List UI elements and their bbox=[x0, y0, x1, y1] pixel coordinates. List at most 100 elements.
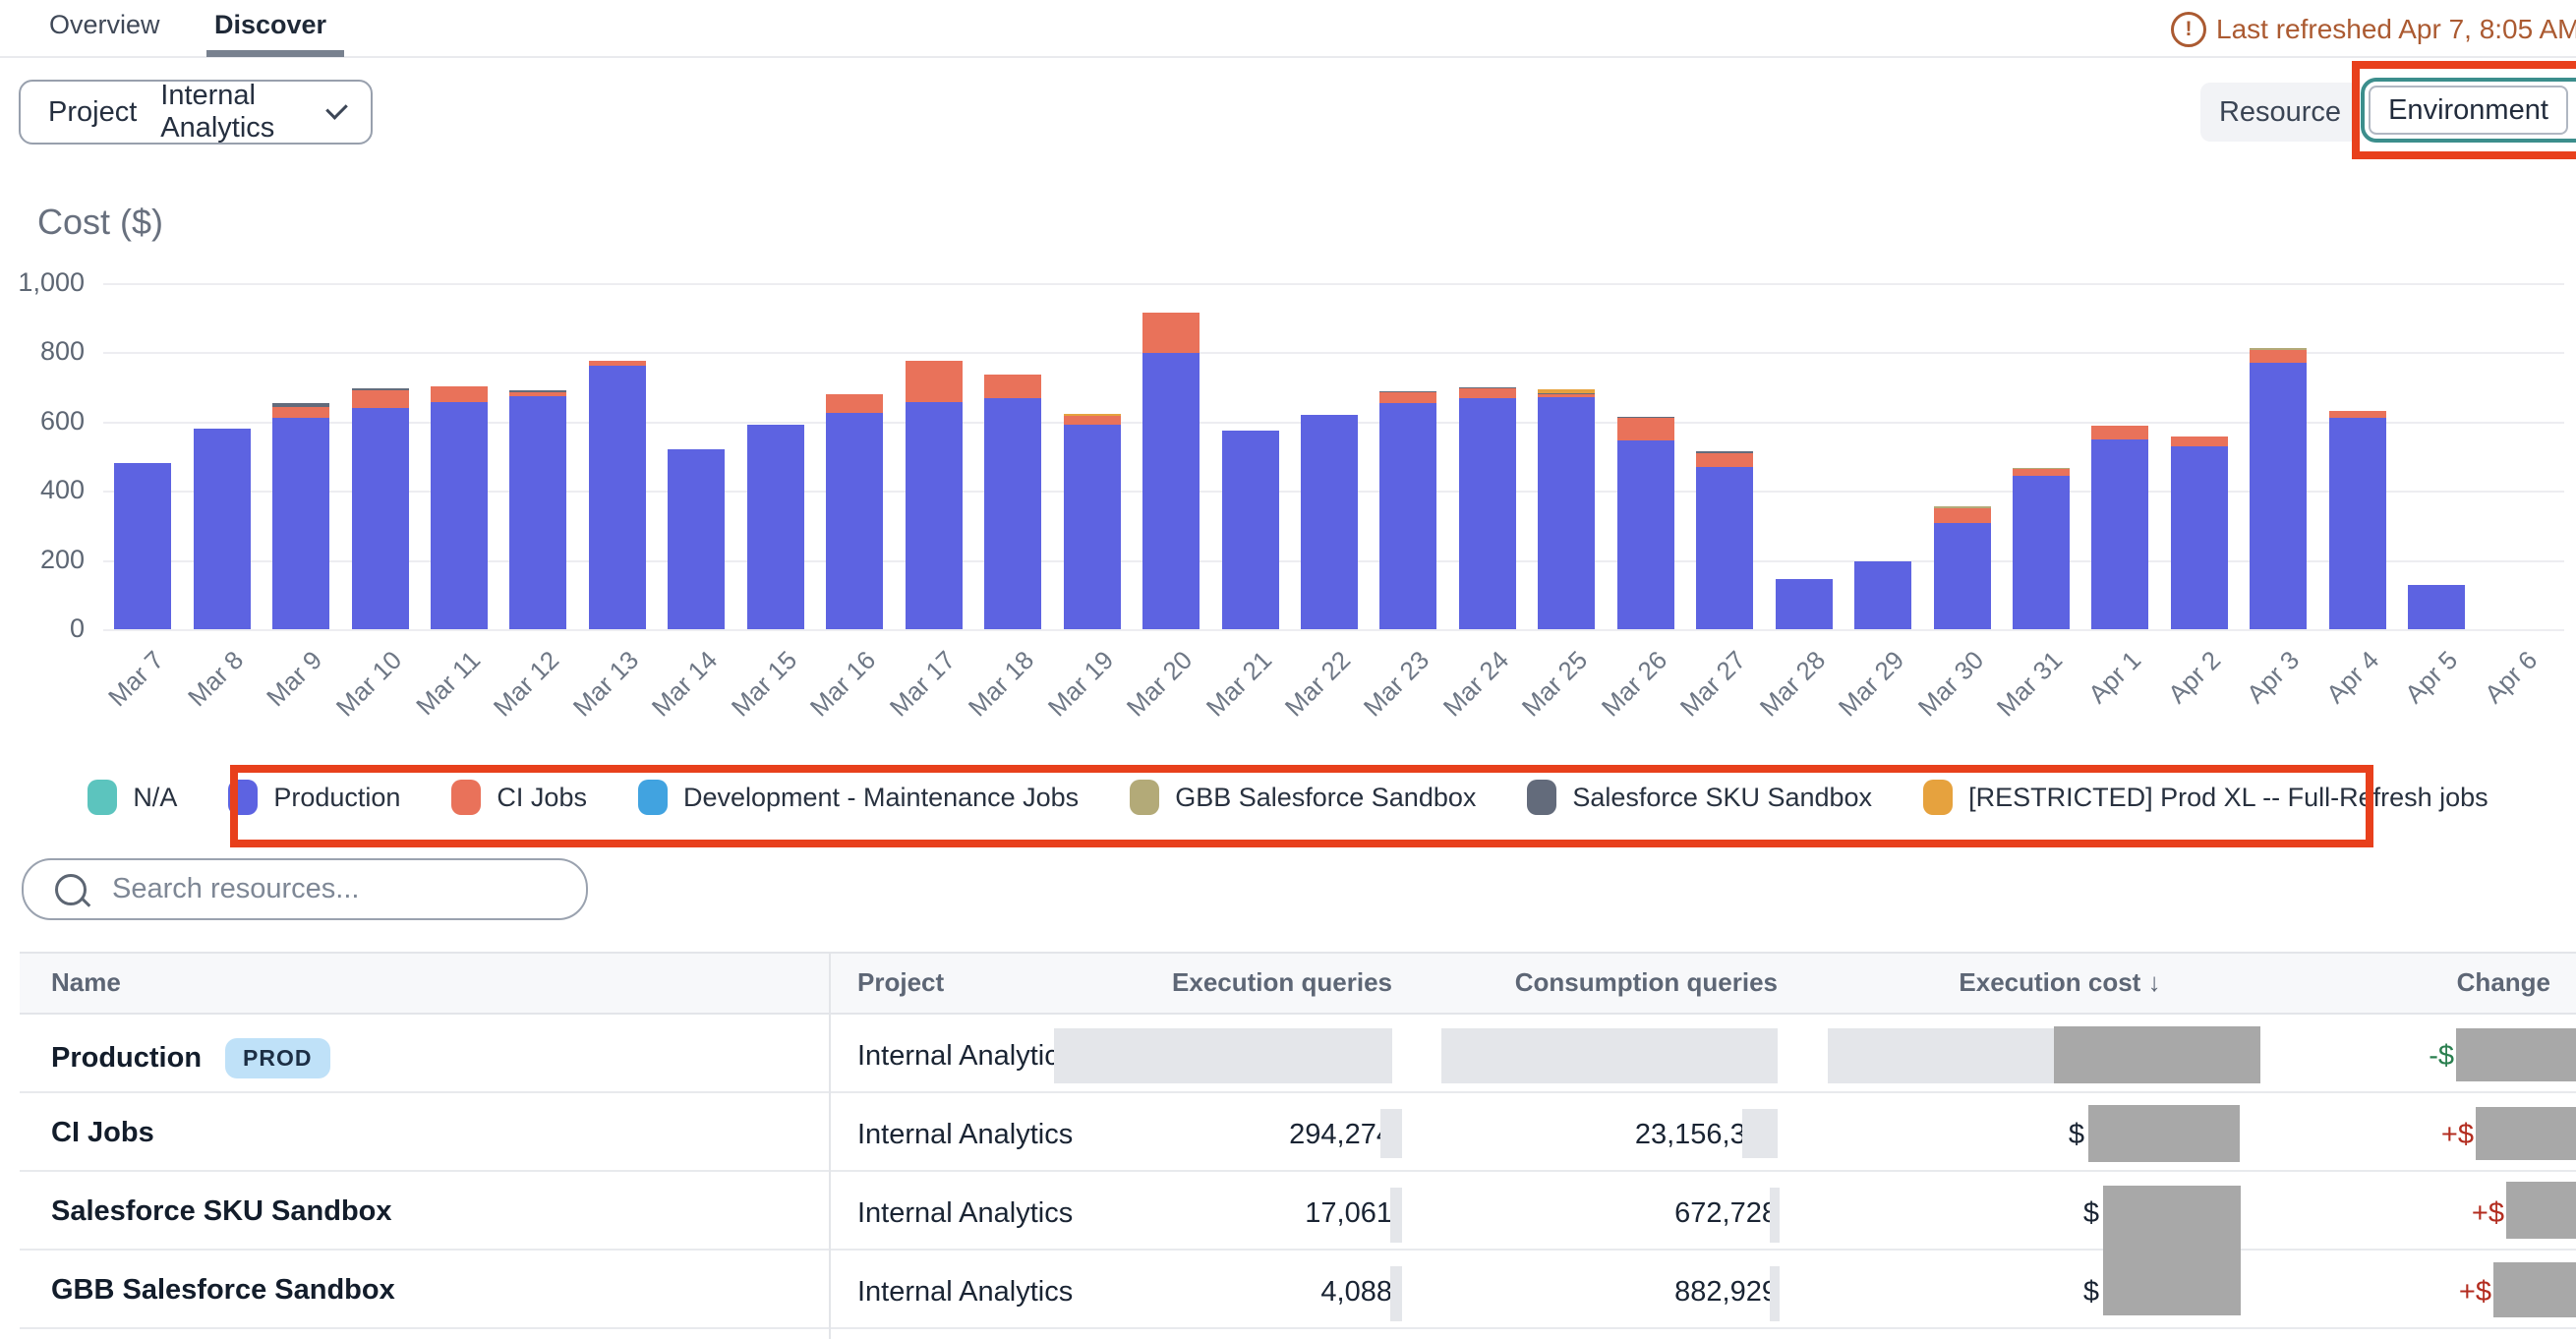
bar-segment-production-mar-11[interactable] bbox=[431, 402, 488, 629]
view-toggle-environment[interactable]: Environment bbox=[2369, 86, 2568, 135]
gridline-800 bbox=[103, 352, 2564, 354]
resource-name[interactable]: ProductionPROD bbox=[51, 1038, 330, 1078]
search-resources-input[interactable]: Search resources... bbox=[22, 858, 588, 920]
bar-segment-production-mar-20[interactable] bbox=[1142, 353, 1200, 629]
bar-segment-gbb-salesforce-sandbox-mar-30[interactable] bbox=[1934, 506, 1991, 508]
bar-segment-ci-jobs-mar-18[interactable] bbox=[984, 375, 1041, 398]
bar-segment-production-mar-13[interactable] bbox=[589, 366, 646, 629]
column-header-name[interactable]: Name bbox=[51, 967, 121, 998]
bar-segment-salesforce-sku-sandbox-mar-12[interactable] bbox=[509, 390, 566, 392]
bar-segment-ci-jobs-mar-17[interactable] bbox=[906, 361, 963, 402]
bar-segment-production-mar-27[interactable] bbox=[1696, 467, 1753, 629]
highlight-block bbox=[1770, 1266, 1780, 1321]
bar-segment-salesforce-sku-sandbox-mar-10[interactable] bbox=[352, 388, 409, 390]
highlight-block bbox=[1770, 1188, 1780, 1243]
bar-segment-production-mar-9[interactable] bbox=[272, 418, 329, 629]
bar-segment-production-mar-15[interactable] bbox=[747, 425, 804, 629]
column-header-execution-queries[interactable]: Execution queries bbox=[1172, 967, 1392, 998]
bar-segment--restricted-prod-xl-full-refresh-jobs-mar-19[interactable] bbox=[1064, 414, 1121, 416]
bar-segment-ci-jobs-mar-30[interactable] bbox=[1934, 508, 1991, 523]
column-divider bbox=[829, 952, 831, 1339]
project-filter-value: Internal Analytics bbox=[160, 80, 295, 145]
bar-segment-production-apr-1[interactable] bbox=[2091, 439, 2148, 629]
search-placeholder: Search resources... bbox=[112, 873, 359, 905]
bar-segment-ci-jobs-mar-11[interactable] bbox=[431, 386, 488, 403]
environment-label: Environment bbox=[2388, 94, 2548, 127]
bar-segment--restricted-prod-xl-full-refresh-jobs-mar-25[interactable] bbox=[1538, 389, 1595, 393]
project-cell: Internal Analytics bbox=[857, 1197, 1073, 1230]
bar-segment-production-mar-22[interactable] bbox=[1301, 415, 1358, 629]
bar-segment-production-mar-21[interactable] bbox=[1222, 431, 1279, 629]
bar-segment-salesforce-sku-sandbox-mar-26[interactable] bbox=[1617, 417, 1674, 419]
column-header-project[interactable]: Project bbox=[857, 967, 944, 998]
bar-segment-production-apr-2[interactable] bbox=[2171, 446, 2228, 629]
execution-cost-cell: $ bbox=[2083, 1276, 2099, 1309]
bar-segment-production-mar-31[interactable] bbox=[2013, 476, 2070, 629]
warning-icon: ! bbox=[2171, 12, 2206, 47]
bar-segment-salesforce-sku-sandbox-mar-23[interactable] bbox=[1379, 391, 1436, 392]
tab-overview[interactable]: Overview bbox=[49, 10, 160, 40]
bar-segment-salesforce-sku-sandbox-mar-25[interactable] bbox=[1538, 393, 1595, 394]
column-header-execution-cost[interactable]: Execution cost ↓ bbox=[1912, 967, 2207, 998]
column-header-change[interactable]: Change bbox=[2457, 967, 2550, 998]
bar-segment-ci-jobs-apr-1[interactable] bbox=[2091, 426, 2148, 439]
bar-segment-ci-jobs-mar-19[interactable] bbox=[1064, 416, 1121, 425]
bar-segment-production-mar-30[interactable] bbox=[1934, 523, 1991, 629]
y-axis-tick-200: 200 bbox=[0, 545, 85, 575]
column-header-consumption-queries[interactable]: Consumption queries bbox=[1515, 967, 1778, 998]
y-axis-tick-400: 400 bbox=[0, 475, 85, 505]
execution-queries-cell: 294,274 bbox=[1289, 1119, 1392, 1151]
bar-segment-production-mar-28[interactable] bbox=[1776, 579, 1833, 629]
change-cell: +$ bbox=[2441, 1119, 2474, 1151]
bar-segment-ci-jobs-mar-26[interactable] bbox=[1617, 418, 1674, 440]
sort-desc-icon: ↓ bbox=[2148, 967, 2161, 997]
resource-name[interactable]: Salesforce SKU Sandbox bbox=[51, 1195, 392, 1228]
bar-segment-ci-jobs-mar-13[interactable] bbox=[589, 361, 646, 366]
tab-discover[interactable]: Discover bbox=[214, 10, 326, 40]
y-axis-tick-600: 600 bbox=[0, 406, 85, 437]
bar-segment-ci-jobs-apr-2[interactable] bbox=[2171, 437, 2228, 446]
bar-segment-production-apr-5[interactable] bbox=[2408, 585, 2465, 629]
bar-segment-production-apr-3[interactable] bbox=[2250, 363, 2307, 629]
redacted-value-block bbox=[2506, 1182, 2576, 1239]
bar-segment-ci-jobs-mar-24[interactable] bbox=[1459, 388, 1516, 398]
bar-segment-ci-jobs-mar-23[interactable] bbox=[1379, 392, 1436, 403]
bar-segment-salesforce-sku-sandbox-mar-9[interactable] bbox=[272, 403, 329, 406]
bar-segment-production-mar-7[interactable] bbox=[114, 463, 171, 629]
bar-segment-ci-jobs-mar-10[interactable] bbox=[352, 390, 409, 408]
bar-segment-production-mar-24[interactable] bbox=[1459, 398, 1516, 629]
row-border bbox=[20, 1091, 2576, 1093]
bar-segment-production-mar-17[interactable] bbox=[906, 402, 963, 629]
bar-segment-salesforce-sku-sandbox-mar-24[interactable] bbox=[1459, 387, 1516, 388]
bar-segment-ci-jobs-mar-20[interactable] bbox=[1142, 313, 1200, 354]
bar-segment-ci-jobs-mar-9[interactable] bbox=[272, 407, 329, 419]
bar-segment-production-mar-25[interactable] bbox=[1538, 397, 1595, 629]
bar-segment-ci-jobs-apr-4[interactable] bbox=[2329, 411, 2386, 419]
bar-segment-production-mar-23[interactable] bbox=[1379, 403, 1436, 629]
change-cell: +$ bbox=[2459, 1276, 2491, 1309]
bar-segment-salesforce-sku-sandbox-mar-27[interactable] bbox=[1696, 451, 1753, 453]
bar-segment-ci-jobs-mar-12[interactable] bbox=[509, 392, 566, 396]
resource-name[interactable]: CI Jobs bbox=[51, 1117, 154, 1149]
bar-segment-production-mar-14[interactable] bbox=[668, 449, 725, 629]
bar-segment-production-mar-29[interactable] bbox=[1854, 561, 1911, 629]
bar-segment-production-mar-8[interactable] bbox=[194, 429, 251, 629]
bar-segment-ci-jobs-mar-16[interactable] bbox=[826, 394, 883, 413]
bar-segment-gbb-salesforce-sandbox-apr-3[interactable] bbox=[2250, 348, 2307, 350]
bar-segment-ci-jobs-mar-27[interactable] bbox=[1696, 453, 1753, 467]
bar-segment-production-mar-19[interactable] bbox=[1064, 425, 1121, 629]
bar-segment-ci-jobs-mar-25[interactable] bbox=[1538, 394, 1595, 397]
bar-segment-ci-jobs-apr-3[interactable] bbox=[2250, 350, 2307, 363]
resource-name[interactable]: GBB Salesforce Sandbox bbox=[51, 1274, 395, 1307]
bar-segment-production-mar-10[interactable] bbox=[352, 408, 409, 629]
bar-segment-production-mar-26[interactable] bbox=[1617, 440, 1674, 629]
bar-segment-production-apr-4[interactable] bbox=[2329, 418, 2386, 629]
view-toggle-resource[interactable]: Resource bbox=[2200, 83, 2360, 142]
legend-item-n-a[interactable]: N/A bbox=[88, 780, 177, 815]
bar-segment-production-mar-18[interactable] bbox=[984, 398, 1041, 629]
bar-segment-ci-jobs-mar-31[interactable] bbox=[2013, 469, 2070, 476]
bar-segment-production-mar-12[interactable] bbox=[509, 396, 566, 629]
bar-segment-production-mar-16[interactable] bbox=[826, 413, 883, 629]
bar-segment-gbb-salesforce-sandbox-mar-31[interactable] bbox=[2013, 468, 2070, 469]
project-filter-dropdown[interactable]: Project Internal Analytics bbox=[19, 80, 373, 145]
